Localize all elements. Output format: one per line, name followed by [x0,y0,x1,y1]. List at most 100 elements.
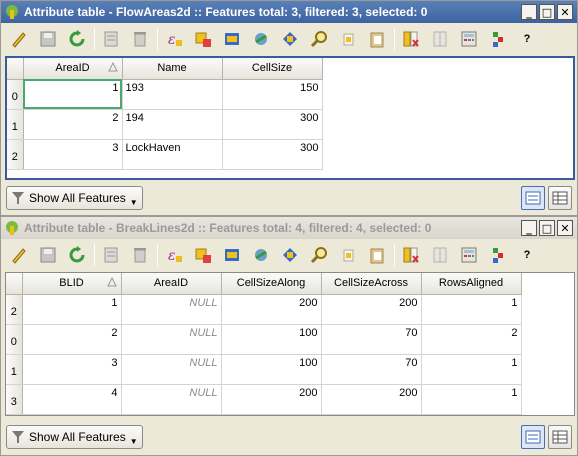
attribute-table-grid[interactable]: BLID AreaID CellSizeAlong CellSizeAcross… [5,272,575,416]
table-cell[interactable]: 3 [22,354,122,385]
zoom-to-selected-icon[interactable] [307,243,331,267]
conditional-formatting-icon[interactable] [486,27,510,51]
form-view-button[interactable] [521,186,545,210]
table-cell[interactable]: NULL [121,384,222,415]
paste-icon[interactable] [365,243,389,267]
maximize-button[interactable]: □ [539,220,555,236]
table-cell[interactable]: LockHaven [122,139,223,170]
row-header[interactable]: 0 [7,79,24,110]
column-header[interactable]: AreaID [23,58,123,80]
column-header[interactable]: RowsAligned [421,273,522,295]
table-cell[interactable]: 200 [321,384,422,415]
table-cell[interactable]: 200 [221,294,322,325]
row-header[interactable]: 0 [6,324,23,355]
expression-select-icon[interactable]: ε [162,243,186,267]
row-header[interactable]: 1 [6,354,23,385]
zoom-to-selected-icon[interactable] [307,27,331,51]
table-cell[interactable]: 1 [421,384,522,415]
row-header[interactable]: 3 [6,384,23,415]
delete-column-icon[interactable] [399,27,423,51]
row-header[interactable]: 2 [6,294,23,325]
table-cell[interactable]: 1 [22,294,122,325]
table-cell[interactable]: 1 [421,294,522,325]
help-icon[interactable]: ? [515,27,539,51]
table-view-button[interactable] [548,186,572,210]
add-feature-icon[interactable] [99,243,123,267]
table-cell[interactable]: NULL [121,294,222,325]
table-row[interactable]: 2 1 NULL 200 200 1 [6,294,522,325]
form-view-button[interactable] [521,425,545,449]
table-cell[interactable]: 200 [321,294,422,325]
table-cell[interactable]: 2 [421,324,522,355]
invert-selection-icon[interactable] [220,27,244,51]
select-all-icon[interactable] [191,27,215,51]
table-row[interactable]: 1 2 194 300 [7,109,323,140]
save-edits-icon[interactable] [36,27,60,51]
title-bar[interactable]: Attribute table - BreakLines2d :: Featur… [1,217,577,239]
copy-icon[interactable] [336,27,360,51]
table-row[interactable]: 0 2 NULL 100 70 2 [6,324,522,355]
table-view-button[interactable] [548,425,572,449]
table-cell[interactable]: 4 [22,384,122,415]
add-feature-icon[interactable] [99,27,123,51]
move-selection-top-icon[interactable] [278,27,302,51]
show-all-features-button[interactable]: Show All Features ▼ [6,425,143,449]
toggle-editing-icon[interactable] [7,27,31,51]
column-header[interactable]: CellSizeAlong [221,273,322,295]
delete-feature-icon[interactable] [128,27,152,51]
table-cell[interactable]: 193 [122,79,223,110]
new-column-icon[interactable] [428,243,452,267]
invert-selection-icon[interactable] [220,243,244,267]
maximize-button[interactable]: □ [539,4,555,20]
column-header[interactable]: Name [122,58,223,80]
table-cell[interactable]: 150 [222,79,323,110]
corner-cell[interactable] [7,58,24,80]
delete-column-icon[interactable] [399,243,423,267]
minimize-button[interactable]: _ [521,4,537,20]
field-calculator-icon[interactable] [457,27,481,51]
table-cell[interactable]: 3 [23,139,123,170]
column-header[interactable]: CellSize [222,58,323,80]
table-cell[interactable]: NULL [121,354,222,385]
deselect-icon[interactable] [249,27,273,51]
corner-cell[interactable] [6,273,23,295]
table-cell[interactable]: 300 [222,139,323,170]
deselect-icon[interactable] [249,243,273,267]
table-cell[interactable]: NULL [121,324,222,355]
table-row[interactable]: 0 1 193 150 [7,79,323,110]
table-cell[interactable]: 200 [221,384,322,415]
table-cell[interactable]: 300 [222,109,323,140]
table-cell[interactable]: 1 [421,354,522,385]
close-button[interactable]: ✕ [557,220,573,236]
expression-select-icon[interactable]: ε [162,27,186,51]
row-header[interactable]: 1 [7,109,24,140]
paste-icon[interactable] [365,27,389,51]
reload-icon[interactable] [65,27,89,51]
table-cell[interactable]: 194 [122,109,223,140]
table-row[interactable]: 3 4 NULL 200 200 1 [6,384,522,415]
column-header[interactable]: BLID [22,273,122,295]
table-cell[interactable]: 70 [321,324,422,355]
table-row[interactable]: 2 3 LockHaven 300 [7,139,323,170]
toggle-editing-icon[interactable] [7,243,31,267]
attribute-table-grid[interactable]: AreaID Name CellSize 0 1 193 150 1 2 194… [5,56,575,180]
minimize-button[interactable]: _ [521,220,537,236]
title-bar[interactable]: Attribute table - FlowAreas2d :: Feature… [1,1,577,23]
table-cell[interactable]: 2 [22,324,122,355]
save-edits-icon[interactable] [36,243,60,267]
row-header[interactable]: 2 [7,139,24,170]
show-all-features-button[interactable]: Show All Features ▼ [6,186,143,210]
field-calculator-icon[interactable] [457,243,481,267]
table-cell[interactable]: 1 [23,79,123,110]
column-header[interactable]: AreaID [121,273,222,295]
delete-feature-icon[interactable] [128,243,152,267]
move-selection-top-icon[interactable] [278,243,302,267]
column-header[interactable]: CellSizeAcross [321,273,422,295]
table-cell[interactable]: 100 [221,354,322,385]
close-button[interactable]: ✕ [557,4,573,20]
table-cell[interactable]: 70 [321,354,422,385]
table-row[interactable]: 1 3 NULL 100 70 1 [6,354,522,385]
new-column-icon[interactable] [428,27,452,51]
table-cell[interactable]: 100 [221,324,322,355]
help-icon[interactable]: ? [515,243,539,267]
